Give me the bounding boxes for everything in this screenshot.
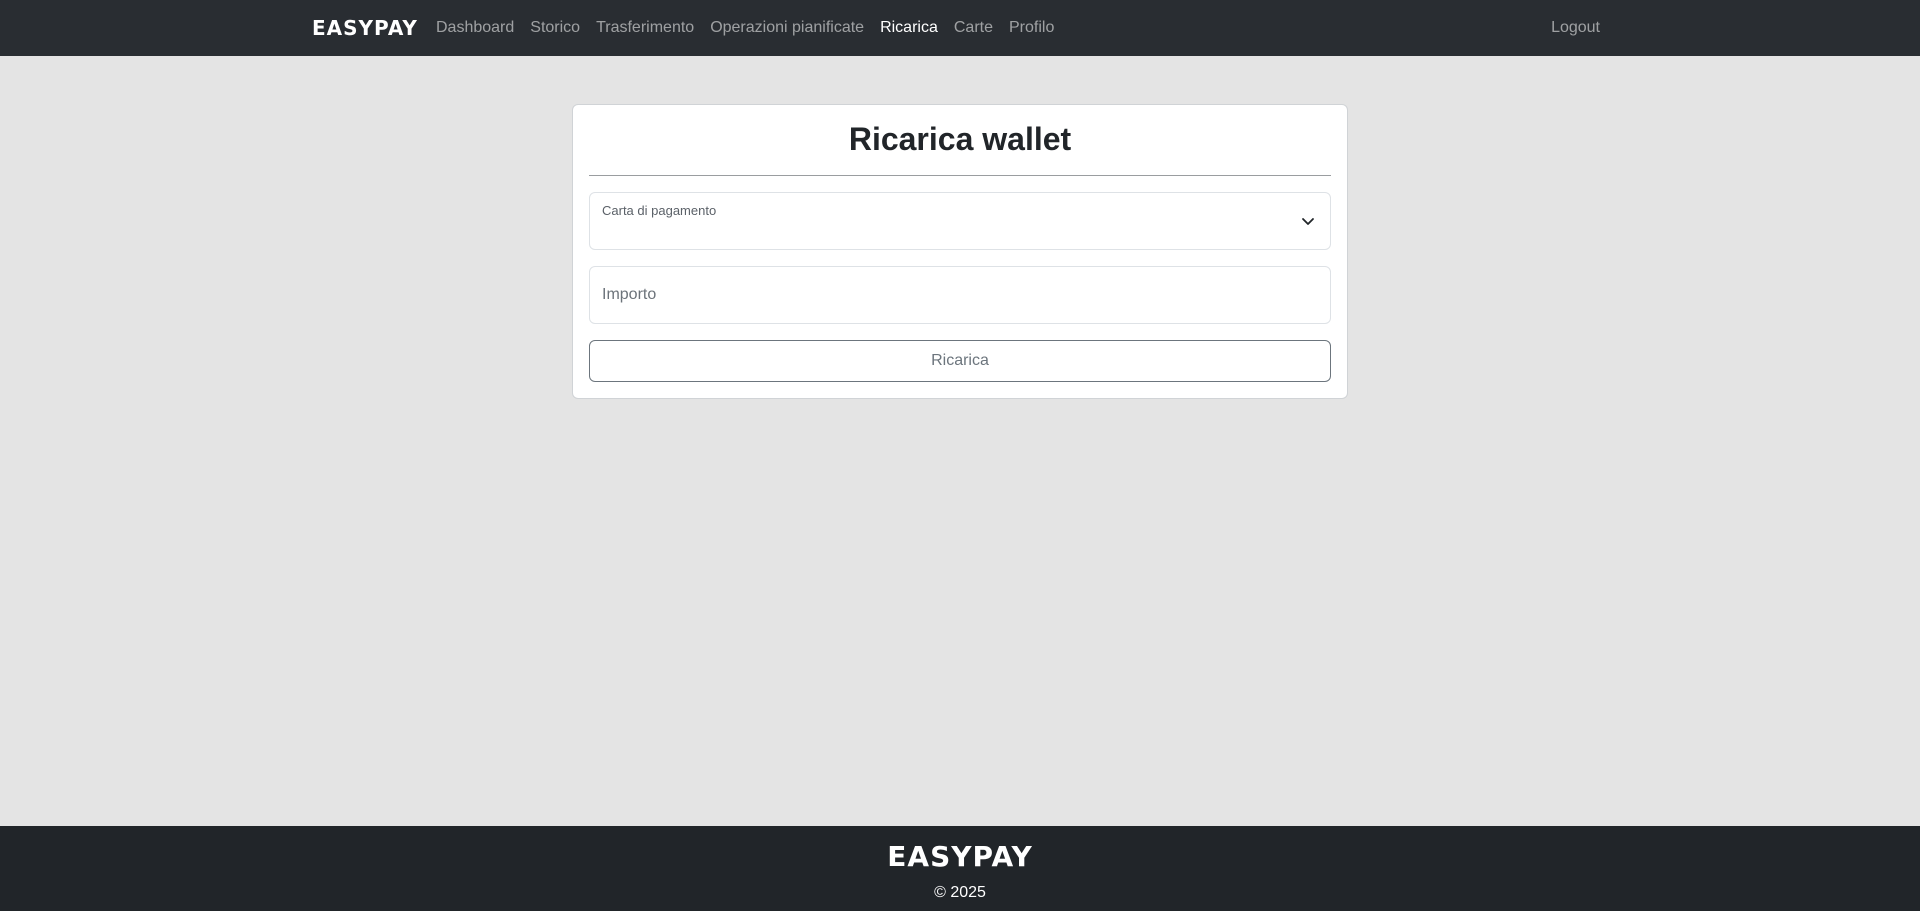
chevron-down-icon [1302,218,1314,225]
topup-card: Ricarica wallet Carta di pagamento Impor… [572,104,1348,399]
nav-link-ricarica[interactable]: Ricarica [880,19,938,37]
amount-input-placeholder: Importo [602,286,657,303]
top-navbar: EASYPAY Dashboard Storico Trasferimento … [0,0,1920,56]
payment-card-select[interactable]: Carta di pagamento [589,192,1331,250]
footer-logo: EASYPAY [887,840,1033,873]
nav-link-storico[interactable]: Storico [530,19,580,37]
amount-input[interactable]: Importo [589,266,1331,324]
footer-copyright: © 2025 [934,884,986,901]
title-divider [589,175,1331,176]
nav-link-carte[interactable]: Carte [954,19,993,37]
nav-link-profilo[interactable]: Profilo [1009,19,1054,37]
nav-links: Dashboard Storico Trasferimento Operazio… [436,0,1070,56]
page-title: Ricarica wallet [848,121,1072,157]
payment-card-select-label: Carta di pagamento [602,203,717,218]
logout-link[interactable]: Logout [1551,0,1600,56]
page-footer: EASYPAY © 2025 [0,826,1920,911]
brand-logo[interactable]: EASYPAY [312,0,418,56]
nav-link-dashboard[interactable]: Dashboard [436,19,514,37]
nav-link-trasferimento[interactable]: Trasferimento [596,19,694,37]
topup-submit-button[interactable]: Ricarica [589,340,1331,382]
nav-link-operazioni-pianificate[interactable]: Operazioni pianificate [710,19,864,37]
